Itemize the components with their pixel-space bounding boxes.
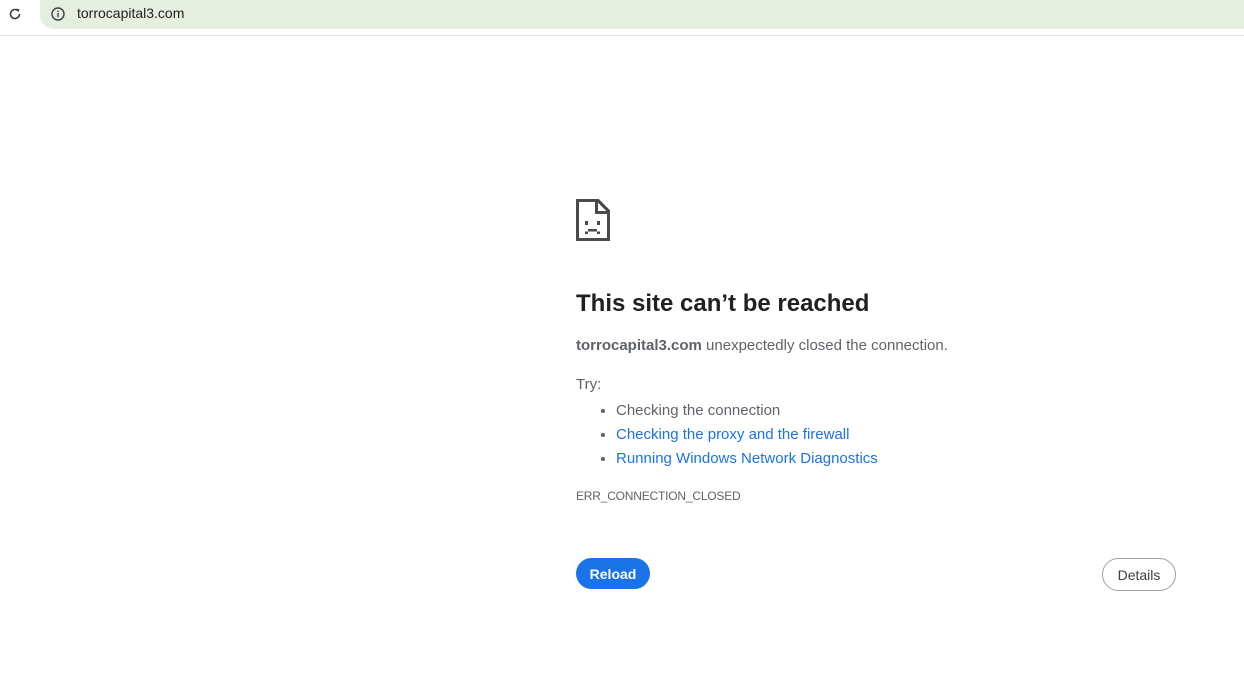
error-code: ERR_CONNECTION_CLOSED bbox=[576, 489, 741, 503]
browser-toolbar: torrocapital3.com bbox=[0, 0, 1244, 36]
suggestion-check-connection: Checking the connection bbox=[616, 399, 878, 423]
site-info-button[interactable] bbox=[48, 4, 68, 24]
error-message: unexpectedly closed the connection. bbox=[701, 337, 948, 354]
url-text[interactable]: torrocapital3.com bbox=[77, 5, 184, 21]
proxy-firewall-link[interactable]: Checking the proxy and the firewall bbox=[616, 426, 849, 443]
browser-reload-button[interactable] bbox=[4, 3, 26, 25]
suggestion-check-proxy-firewall: Checking the proxy and the firewall bbox=[616, 423, 878, 447]
sad-page-icon bbox=[576, 199, 610, 241]
details-button[interactable]: Details bbox=[1102, 558, 1176, 591]
reload-button[interactable]: Reload bbox=[576, 558, 650, 589]
error-title: This site can’t be reached bbox=[576, 290, 870, 317]
address-bar[interactable]: torrocapital3.com bbox=[40, 0, 1244, 29]
reload-icon bbox=[9, 8, 21, 20]
network-diagnostics-link[interactable]: Running Windows Network Diagnostics bbox=[616, 450, 878, 467]
info-icon bbox=[51, 7, 65, 21]
suggestion-label: Checking the connection bbox=[616, 402, 781, 419]
suggestions-list: Checking the connection Checking the pro… bbox=[576, 399, 878, 471]
try-label: Try: bbox=[576, 376, 602, 393]
error-host: torrocapital3.com bbox=[576, 337, 702, 354]
error-summary: torrocapital3.com unexpectedly closed th… bbox=[576, 337, 948, 355]
suggestion-network-diagnostics: Running Windows Network Diagnostics bbox=[616, 447, 878, 471]
